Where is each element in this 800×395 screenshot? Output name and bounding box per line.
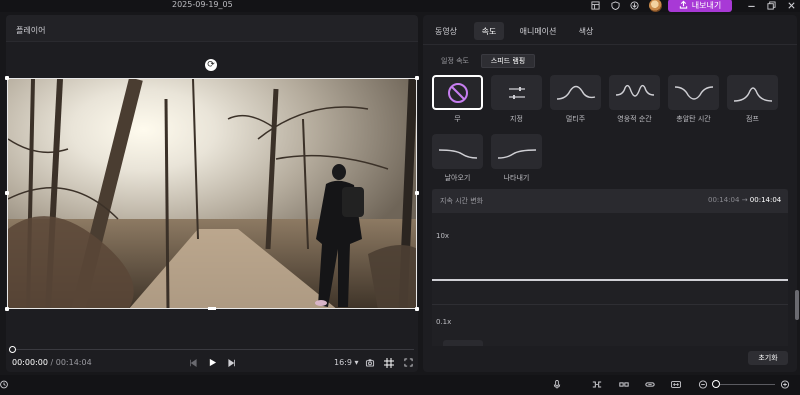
y-axis-max-label: 10x	[436, 232, 450, 240]
unlink-icon[interactable]	[644, 379, 656, 390]
fullscreen-icon[interactable]	[402, 357, 414, 368]
flash-out-curve-icon	[497, 148, 536, 159]
minimize-icon[interactable]	[745, 0, 757, 10]
play-icon[interactable]	[206, 357, 218, 368]
graph-scroll-tab	[443, 340, 483, 346]
preset-custom[interactable]	[491, 75, 542, 110]
export-icon	[679, 0, 688, 11]
scrub-track[interactable]	[12, 349, 414, 350]
video-preview[interactable]	[7, 78, 417, 309]
zoom-in-icon[interactable]	[779, 379, 791, 390]
preset-hero-moment[interactable]	[609, 75, 660, 110]
project-title: 2025-09-19_05	[172, 0, 233, 9]
layout-icon[interactable]	[589, 0, 601, 10]
zoom-slider-track[interactable]	[720, 384, 775, 385]
link-icon[interactable]	[618, 379, 630, 390]
no-symbol-icon	[447, 82, 468, 103]
flash-in-curve-icon	[438, 148, 477, 159]
resize-handle[interactable]	[415, 307, 419, 311]
download-icon[interactable]	[628, 0, 640, 10]
preset-label: 나타내기	[503, 174, 530, 182]
zoom-slider-knob[interactable]	[712, 380, 720, 388]
preset-label: 지정	[510, 115, 523, 123]
preset-none[interactable]	[432, 75, 483, 110]
resize-handle[interactable]	[5, 191, 9, 195]
aspect-ratio-value: 16:9	[334, 358, 352, 367]
aspect-ratio-dropdown[interactable]: 16:9 ▾	[334, 358, 359, 367]
preset-label: 점프	[746, 115, 759, 123]
player-title: 플레이어	[16, 26, 46, 35]
time-separator: /	[50, 358, 54, 367]
grid-icon[interactable]	[383, 357, 395, 368]
preset-label: 무	[454, 115, 461, 123]
tab-speed[interactable]: 속도	[474, 22, 504, 40]
export-label: 내보내기	[691, 1, 722, 10]
arrow-icon: →	[741, 196, 748, 204]
subtab-constant-speed[interactable]: 일정 속도	[432, 54, 478, 68]
restore-icon[interactable]	[765, 0, 777, 10]
resize-handle[interactable]	[5, 76, 9, 80]
sliders-icon	[508, 86, 525, 99]
montage-curve-icon	[556, 85, 595, 100]
zoom-out-icon[interactable]	[697, 379, 709, 390]
rotate-icon[interactable]: ⟳	[205, 59, 217, 71]
preset-flash-out[interactable]	[491, 134, 542, 169]
hero-curve-icon	[615, 84, 654, 97]
resize-handle[interactable]	[415, 76, 419, 80]
preset-flash-in[interactable]	[432, 134, 483, 169]
player-header	[6, 15, 418, 42]
preset-label: 영웅적 순간	[617, 115, 652, 123]
tab-video[interactable]: 동영상	[430, 22, 462, 40]
shield-icon[interactable]	[609, 0, 621, 10]
chevron-down-icon: ▾	[354, 358, 359, 367]
resize-handle[interactable]	[415, 191, 419, 195]
split-icon[interactable]	[591, 379, 603, 390]
duration-change: 00:14:04 → 00:14:04	[708, 196, 781, 204]
preset-bullet-time[interactable]	[668, 75, 719, 110]
resize-handle[interactable]	[208, 307, 216, 310]
jump-curve-icon	[733, 86, 772, 102]
snapshot-icon[interactable]	[364, 357, 376, 368]
scrollbar[interactable]	[795, 290, 799, 320]
scrub-knob[interactable]	[9, 346, 16, 353]
graph-title: 지속 시간 변화	[440, 197, 484, 205]
tab-animation[interactable]: 애니메이션	[516, 22, 560, 40]
original-duration: 00:14:04	[708, 196, 740, 204]
new-duration: 00:14:04	[749, 196, 782, 204]
fit-icon[interactable]	[670, 379, 682, 390]
speed-curve-line[interactable]	[432, 279, 788, 281]
microphone-icon[interactable]	[551, 379, 563, 390]
subtab-speed-ramping[interactable]: 스피드 램핑	[481, 54, 535, 68]
total-duration: 00:14:04	[55, 358, 92, 367]
forest-scene-image	[8, 79, 416, 308]
preset-jump[interactable]	[727, 75, 778, 110]
timecode: 00:00:00 / 00:14:04	[12, 358, 92, 367]
next-frame-icon[interactable]	[226, 357, 238, 368]
export-button[interactable]: 내보내기	[668, 0, 732, 12]
reset-button[interactable]: 초기화	[748, 351, 788, 365]
preset-label: 총알탄 시간	[676, 115, 711, 123]
preset-label: 날아오기	[444, 174, 471, 182]
y-axis-min-label: 0.1x	[436, 318, 452, 326]
preset-label: 멀티주	[565, 115, 586, 123]
graph-divider	[432, 304, 788, 305]
close-icon[interactable]	[785, 0, 797, 10]
tab-color[interactable]: 색상	[572, 22, 600, 40]
bullet-time-curve-icon	[674, 85, 713, 100]
preset-montage[interactable]	[550, 75, 601, 110]
current-time: 00:00:00	[12, 358, 48, 367]
resize-handle[interactable]	[5, 307, 9, 311]
previous-frame-icon[interactable]	[187, 357, 199, 368]
history-icon[interactable]	[0, 379, 10, 390]
